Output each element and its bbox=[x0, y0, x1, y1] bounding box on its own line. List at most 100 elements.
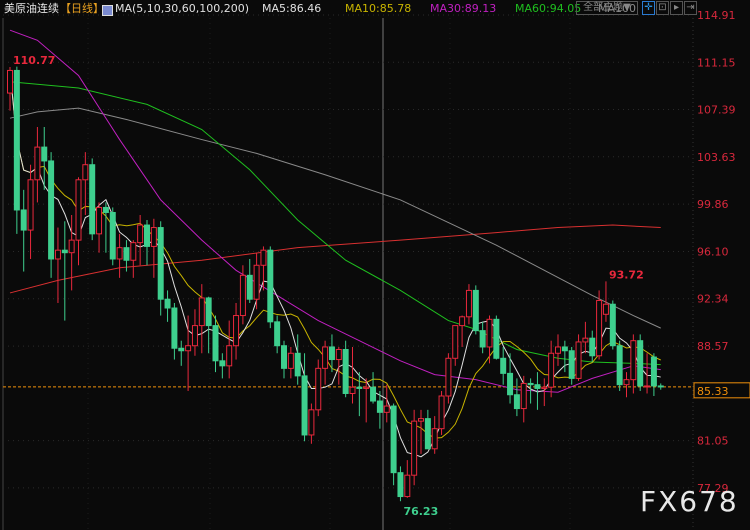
candle-body bbox=[13, 69, 20, 211]
candle-body bbox=[527, 382, 534, 386]
low-annotation: 76.23 bbox=[403, 505, 438, 518]
candle-body bbox=[61, 249, 68, 254]
y-tick-label: 103.63 bbox=[697, 151, 736, 164]
candle-body bbox=[397, 472, 404, 498]
candle-body bbox=[459, 316, 466, 327]
candle-body bbox=[82, 164, 89, 181]
candle-body bbox=[274, 321, 281, 347]
candle-body bbox=[260, 249, 267, 266]
candle-body bbox=[328, 346, 335, 361]
candle-body bbox=[465, 289, 472, 318]
local-high-annotation: 93.72 bbox=[609, 268, 644, 281]
candle-body bbox=[322, 346, 329, 369]
candle-body bbox=[534, 384, 541, 389]
ma10-line bbox=[9, 70, 661, 439]
candle-body bbox=[589, 337, 596, 357]
ma60-value: MA60:94.05 bbox=[515, 2, 582, 15]
candle-body bbox=[301, 375, 308, 436]
candle-body bbox=[452, 325, 459, 359]
ma5-value: MA5:86.46 bbox=[262, 2, 322, 15]
candle-body bbox=[500, 357, 507, 374]
candle-body bbox=[267, 249, 274, 323]
candle-body bbox=[513, 394, 520, 410]
candle-body bbox=[507, 372, 514, 396]
candle-body bbox=[137, 224, 144, 244]
y-tick-label: 92.34 bbox=[697, 293, 729, 306]
candles bbox=[7, 66, 664, 502]
candle-body bbox=[123, 247, 130, 261]
candle-body bbox=[609, 303, 616, 347]
candle-body bbox=[390, 405, 397, 474]
y-tick-label: 81.05 bbox=[697, 435, 729, 448]
candle-body bbox=[294, 352, 301, 377]
zoom-in-icon[interactable]: ⊡ bbox=[656, 1, 669, 15]
candle-body bbox=[644, 385, 651, 388]
candle-body bbox=[150, 227, 157, 247]
candle-body bbox=[623, 379, 630, 386]
exit-icon[interactable]: ⇥ bbox=[684, 1, 697, 15]
candle-body bbox=[657, 385, 664, 388]
candle-body bbox=[27, 179, 34, 231]
candle-body bbox=[637, 340, 644, 387]
candle-body bbox=[650, 356, 657, 387]
candle-body bbox=[205, 297, 212, 327]
candlestick-chart[interactable]: 114.91111.15107.39103.6399.8696.1092.348… bbox=[0, 0, 750, 530]
ma10-value: MA10:85.78 bbox=[345, 2, 412, 15]
candle-body bbox=[582, 337, 589, 343]
candle-body bbox=[191, 325, 198, 347]
candle-body bbox=[445, 357, 452, 397]
candle-body bbox=[376, 400, 383, 413]
y-tick-label: 96.10 bbox=[697, 245, 729, 258]
last-price-label: 85.33 bbox=[697, 385, 729, 398]
candle-body bbox=[281, 345, 287, 369]
candle-body bbox=[383, 405, 390, 413]
candle-body bbox=[370, 386, 377, 402]
candle-body bbox=[308, 409, 315, 436]
candle-body bbox=[226, 345, 233, 367]
y-tick-label: 111.15 bbox=[697, 56, 736, 69]
candle-body bbox=[75, 179, 82, 241]
candle-body bbox=[178, 347, 185, 352]
y-tick-label: 99.86 bbox=[697, 198, 729, 211]
candle-body bbox=[20, 209, 27, 231]
candle-body bbox=[185, 345, 192, 352]
candle-body bbox=[596, 299, 603, 357]
candle-body bbox=[109, 211, 116, 260]
candle-body bbox=[144, 224, 150, 247]
candle-body bbox=[438, 395, 445, 430]
instrument-name: 美原油连续 bbox=[4, 2, 59, 15]
play-icon[interactable]: ▸ bbox=[670, 1, 683, 15]
candle-body bbox=[219, 360, 226, 367]
candle-body bbox=[198, 297, 205, 327]
y-tick-label: 107.39 bbox=[697, 104, 736, 117]
candle-body bbox=[54, 249, 61, 260]
candle-body bbox=[561, 346, 568, 352]
candle-body bbox=[68, 239, 75, 254]
candle-body bbox=[411, 420, 418, 476]
candle-body bbox=[48, 160, 55, 260]
candle-body bbox=[171, 307, 178, 349]
candle-body bbox=[7, 69, 13, 94]
crosshair-icon[interactable]: ✛ bbox=[642, 1, 655, 15]
candle-body bbox=[363, 386, 370, 389]
candle-body bbox=[41, 146, 48, 162]
candle-body bbox=[34, 146, 41, 181]
ma30-value: MA30:89.13 bbox=[430, 2, 497, 15]
high-annotation: 110.77 bbox=[13, 54, 55, 67]
period-label[interactable]: 【日线】 bbox=[60, 0, 104, 18]
candle-body bbox=[253, 264, 260, 300]
candle-body bbox=[486, 318, 493, 348]
candle-body bbox=[246, 274, 253, 300]
candle-body bbox=[472, 289, 479, 332]
candle-body bbox=[315, 367, 322, 411]
candle-body bbox=[479, 330, 486, 348]
candle-body bbox=[89, 164, 96, 235]
candle-body bbox=[424, 418, 431, 450]
candle-body bbox=[602, 303, 609, 315]
ma-settings-icon[interactable] bbox=[102, 5, 113, 16]
candle-body bbox=[555, 346, 561, 354]
theme-dropdown-button[interactable]: 全部主题▼ bbox=[576, 1, 638, 15]
y-tick-label: 88.57 bbox=[697, 340, 729, 353]
candle-body bbox=[404, 474, 411, 498]
candle-body bbox=[356, 386, 363, 389]
